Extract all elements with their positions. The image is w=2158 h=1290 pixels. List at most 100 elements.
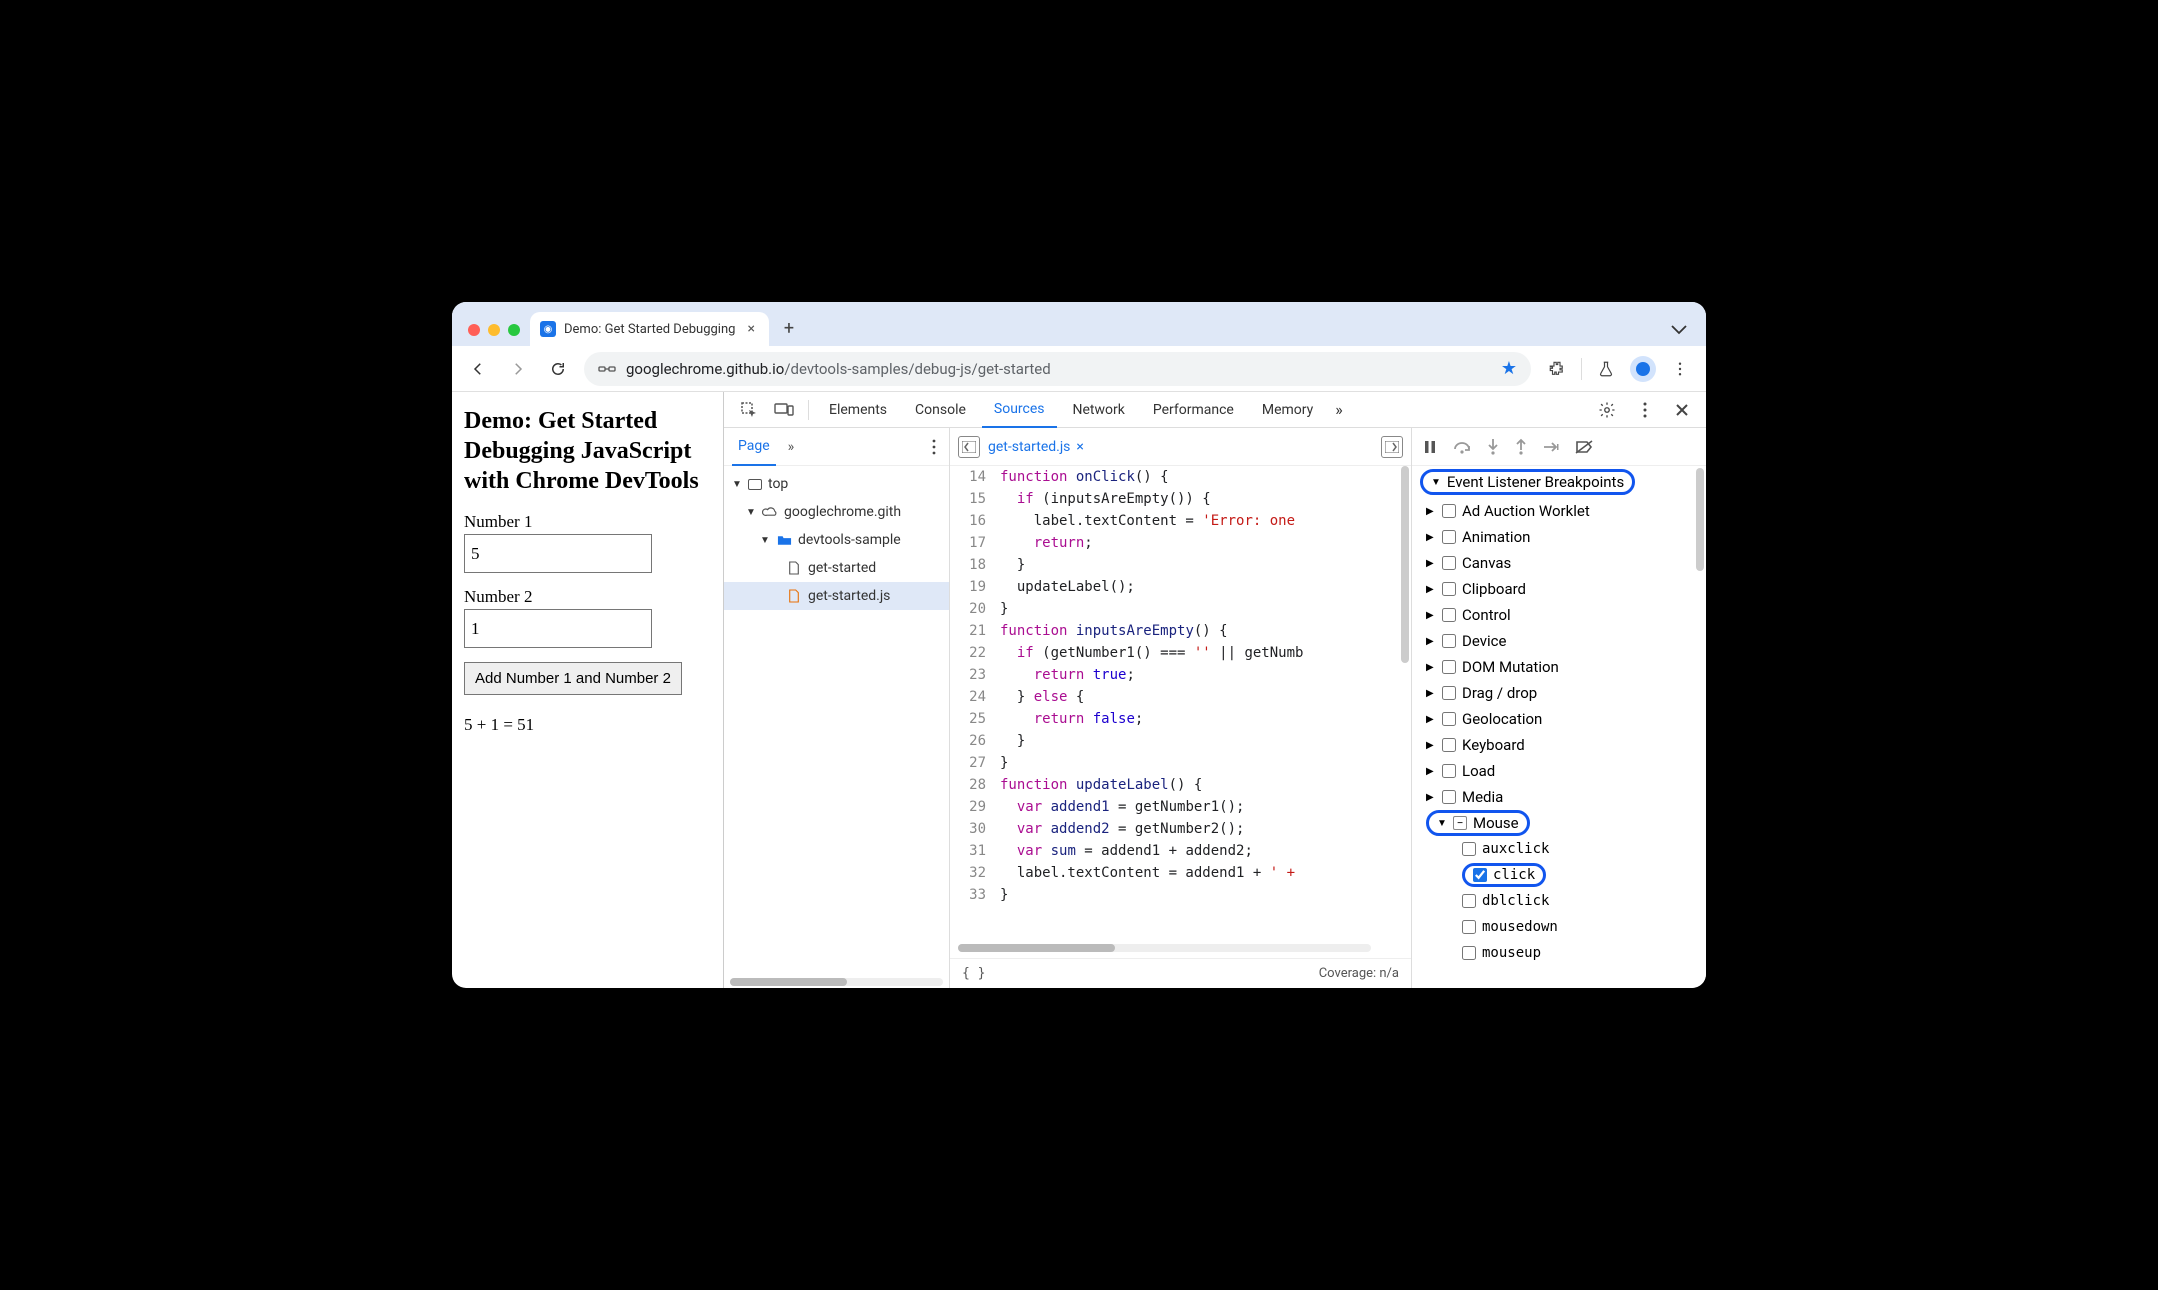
file-navigator: Page » ▼ top ▼ googlechrome.gith (724, 428, 950, 988)
navigator-menu-button[interactable] (927, 438, 941, 456)
step-into-button[interactable] (1486, 438, 1500, 456)
new-tab-button[interactable]: + (775, 314, 803, 342)
devtools-tabbar: ElementsConsoleSourcesNetworkPerformance… (724, 392, 1706, 428)
category-device[interactable]: ▶Device (1412, 628, 1706, 654)
pause-button[interactable] (1422, 439, 1438, 455)
category-clipboard[interactable]: ▶Clipboard (1412, 576, 1706, 602)
tree-file-js[interactable]: get-started.js (724, 582, 949, 610)
maximize-window-button[interactable] (508, 324, 520, 336)
close-tab-button[interactable]: × (743, 321, 758, 337)
number1-input[interactable] (464, 534, 652, 573)
editor-tabbar: get-started.js × (950, 428, 1411, 466)
number2-input[interactable] (464, 609, 652, 648)
reload-button[interactable] (544, 355, 572, 383)
event-mousedown[interactable]: mousedown (1412, 914, 1706, 940)
toggle-debugger-button[interactable] (1381, 436, 1403, 458)
devtools-tab-elements[interactable]: Elements (817, 392, 899, 428)
close-window-button[interactable] (468, 324, 480, 336)
close-devtools-button[interactable] (1668, 398, 1696, 422)
page-heading: Demo: Get Started Debugging JavaScript w… (464, 406, 711, 496)
category-canvas[interactable]: ▶Canvas (1412, 550, 1706, 576)
navigator-scrollbar[interactable] (724, 978, 949, 988)
category-media[interactable]: ▶Media (1412, 784, 1706, 810)
browser-tab[interactable]: ◉ Demo: Get Started Debugging × (530, 312, 769, 346)
more-tabs-button[interactable]: » (1329, 396, 1349, 423)
tab-title: Demo: Get Started Debugging (564, 322, 735, 337)
result-text: 5 + 1 = 51 (464, 715, 711, 735)
extensions-button[interactable] (1543, 355, 1571, 383)
navigator-more-button[interactable]: » (784, 439, 799, 455)
devtools-tab-sources[interactable]: Sources (982, 392, 1057, 428)
number1-label: Number 1 (464, 512, 711, 532)
mouse-checkbox-mixed[interactable]: − (1453, 816, 1467, 830)
breakpoints-list: ▼Event Listener Breakpoints ▶Ad Auction … (1412, 466, 1706, 988)
toggle-navigator-button[interactable] (958, 436, 980, 458)
file-icon (786, 560, 802, 576)
event-dblclick[interactable]: dblclick (1412, 888, 1706, 914)
content-area: Demo: Get Started Debugging JavaScript w… (452, 392, 1706, 988)
editor-hscrollbar[interactable] (958, 944, 1371, 952)
event-mouseup[interactable]: mouseup (1412, 940, 1706, 966)
devtools-tab-network[interactable]: Network (1061, 392, 1137, 428)
devtools-tab-memory[interactable]: Memory (1250, 392, 1325, 428)
toolbar-right (1543, 355, 1694, 383)
step-button[interactable] (1542, 440, 1560, 454)
cloud-icon (762, 504, 778, 520)
step-out-button[interactable] (1514, 438, 1528, 456)
editor-vscrollbar[interactable] (1401, 466, 1409, 663)
step-over-button[interactable] (1452, 439, 1472, 455)
debugger-scrollbar[interactable] (1696, 468, 1704, 984)
file-tree: ▼ top ▼ googlechrome.gith ▼ devtools-sam… (724, 466, 949, 614)
category-load[interactable]: ▶Load (1412, 758, 1706, 784)
add-button[interactable]: Add Number 1 and Number 2 (464, 662, 682, 695)
site-info-icon[interactable] (598, 360, 616, 378)
address-bar[interactable]: googlechrome.github.io/devtools-samples/… (584, 352, 1531, 386)
menu-button[interactable] (1666, 355, 1694, 383)
category-animation[interactable]: ▶Animation (1412, 524, 1706, 550)
event-auxclick[interactable]: auxclick (1412, 836, 1706, 862)
code-area[interactable]: 1415161718192021222324252627282930313233… (950, 466, 1411, 958)
navigator-page-tab[interactable]: Page (732, 428, 776, 466)
bookmark-star-icon[interactable]: ★ (1501, 358, 1517, 379)
event-click[interactable]: click (1412, 862, 1706, 888)
settings-button[interactable] (1592, 397, 1622, 423)
demo-page: Demo: Get Started Debugging JavaScript w… (452, 392, 724, 988)
devtools-menu-button[interactable] (1632, 397, 1658, 423)
editor-status-bar: { } Coverage: n/a (950, 958, 1411, 988)
favicon-icon: ◉ (540, 321, 556, 337)
folder-icon (776, 532, 792, 548)
device-toolbar-button[interactable] (768, 398, 800, 422)
tab-search-button[interactable] (1662, 318, 1696, 340)
category-dom-mutation[interactable]: ▶DOM Mutation (1412, 654, 1706, 680)
event-listener-breakpoints-header[interactable]: ▼Event Listener Breakpoints (1412, 466, 1706, 498)
close-file-button[interactable]: × (1076, 439, 1083, 455)
devtools-tab-console[interactable]: Console (903, 392, 978, 428)
code-editor: get-started.js × 14151617181920212223242… (950, 428, 1412, 988)
category-keyboard[interactable]: ▶Keyboard (1412, 732, 1706, 758)
forward-button[interactable] (504, 355, 532, 383)
devtools-panel: ElementsConsoleSourcesNetworkPerformance… (724, 392, 1706, 988)
profile-button[interactable] (1630, 356, 1656, 382)
back-button[interactable] (464, 355, 492, 383)
deactivate-breakpoints-button[interactable] (1574, 439, 1594, 455)
tree-file-html[interactable]: get-started (724, 554, 949, 582)
tree-top[interactable]: ▼ top (724, 470, 949, 498)
tree-folder[interactable]: ▼ devtools-sample (724, 526, 949, 554)
inspect-element-button[interactable] (734, 397, 764, 423)
category-mouse[interactable]: ▼ − Mouse (1412, 810, 1706, 836)
category-geolocation[interactable]: ▶Geolocation (1412, 706, 1706, 732)
category-control[interactable]: ▶Control (1412, 602, 1706, 628)
avatar-icon (1636, 362, 1650, 376)
pretty-print-button[interactable]: { } (962, 966, 985, 981)
category-ad-auction-worklet[interactable]: ▶Ad Auction Worklet (1412, 498, 1706, 524)
devtools-tab-performance[interactable]: Performance (1141, 392, 1246, 428)
url-text: googlechrome.github.io/devtools-samples/… (626, 360, 1051, 378)
devtools-right-controls (1592, 397, 1696, 423)
editor-file-tab[interactable]: get-started.js × (988, 439, 1084, 455)
frame-icon (748, 479, 762, 490)
minimize-window-button[interactable] (488, 324, 500, 336)
tree-domain[interactable]: ▼ googlechrome.gith (724, 498, 949, 526)
coverage-label: Coverage: n/a (1319, 966, 1399, 981)
labs-button[interactable] (1592, 355, 1620, 383)
category-drag-drop[interactable]: ▶Drag / drop (1412, 680, 1706, 706)
